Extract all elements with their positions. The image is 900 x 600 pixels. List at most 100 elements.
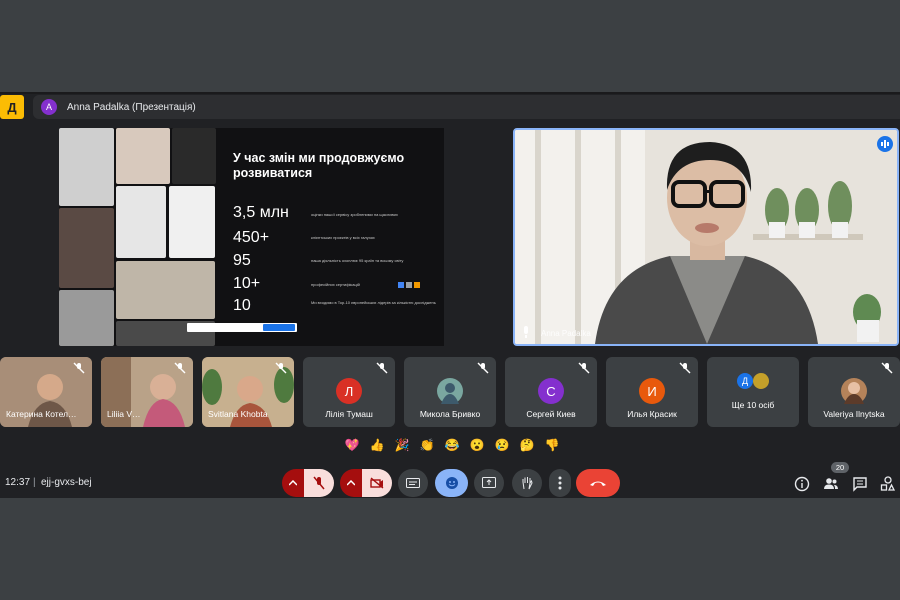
more-participants-label: Ще 10 осіб: [731, 400, 775, 410]
participant-avatar: И: [639, 378, 665, 404]
separator: |: [33, 477, 36, 488]
reaction-thumbs-up[interactable]: 👍: [367, 435, 387, 455]
mic-off-icon: [174, 362, 186, 374]
participant-name: Микола Бривко: [419, 409, 481, 419]
presentation-chip[interactable]: A Anna Padalka (Презентація): [33, 95, 900, 119]
participant-name: Лілія Тумаш: [325, 409, 373, 419]
participant-tile[interactable]: Л Лілія Тумаш: [303, 357, 395, 427]
reaction-thumbs-down[interactable]: 👎: [542, 435, 562, 455]
participant-avatar: С: [538, 378, 564, 404]
participant-name: Катерина Котел…: [6, 409, 77, 419]
mic-off-icon: [275, 362, 287, 374]
participant-avatar: [753, 373, 769, 389]
activities-icon[interactable]: [880, 476, 896, 492]
presenter-avatar: A: [41, 99, 57, 115]
info-icon[interactable]: [794, 476, 810, 492]
present-screen-button[interactable]: [474, 469, 504, 497]
reaction-clap[interactable]: 👏: [417, 435, 437, 455]
chevron-up-icon: [347, 480, 355, 486]
hang-up-icon: [590, 481, 606, 486]
mic-off-icon: [881, 362, 893, 374]
participant-name: Илья Красик: [627, 409, 677, 419]
people-icon[interactable]: [823, 476, 839, 492]
participant-name: Svitlana Khobta: [208, 409, 268, 419]
presenter-title: Anna Padalka (Презентація): [67, 101, 196, 113]
video-options-button[interactable]: [340, 469, 362, 497]
slide-banner-button: [263, 324, 295, 331]
presentation-slide: У час змін ми продовжуємо розвиватися 3,…: [59, 128, 444, 346]
slide-photo: [172, 128, 216, 184]
slide-photo: [116, 128, 170, 184]
mic-toggle-button[interactable]: [304, 469, 334, 497]
slide-photo: [59, 290, 114, 346]
stat-value: 450+: [233, 229, 270, 246]
slide-photo: [116, 186, 166, 258]
chat-icon[interactable]: [852, 476, 868, 492]
participant-tile[interactable]: И Илья Красик: [606, 357, 698, 427]
participant-name: Liliia V…: [107, 409, 141, 419]
reaction-party[interactable]: 🎉: [392, 435, 412, 455]
mic-off-icon: [578, 362, 590, 374]
participant-tile[interactable]: Микола Бривко: [404, 357, 496, 427]
participant-tile[interactable]: Liliia V…: [101, 357, 193, 427]
participant-avatar: [841, 378, 867, 404]
stat-value: 10+: [233, 275, 261, 292]
audio-options-button[interactable]: [282, 469, 304, 497]
slide-photo: [59, 208, 114, 288]
captions-button[interactable]: [398, 469, 428, 497]
participant-avatar: Л: [336, 378, 362, 404]
more-participants-tile[interactable]: Д Ще 10 осіб: [707, 357, 799, 427]
reaction-surprised[interactable]: 😮: [467, 435, 487, 455]
active-speaker-tile[interactable]: Anna Padalka: [513, 128, 899, 346]
reaction-bar: 💖 👍 🎉 👏 😂 😮 😢 🤔 👎: [342, 435, 562, 457]
reaction-laugh[interactable]: 😂: [442, 435, 462, 455]
meeting-code: ejj-gvxs-bej: [41, 477, 92, 488]
chevron-up-icon: [289, 480, 297, 486]
participant-name: Valeriya Ilnytska: [823, 409, 885, 419]
hand-icon: [522, 477, 533, 490]
stat-description: Ми входимо в Top-10 європейських лідерів…: [311, 300, 436, 305]
mic-off-icon: [313, 476, 325, 490]
reaction-thinking[interactable]: 🤔: [517, 435, 537, 455]
leave-call-button[interactable]: [576, 469, 620, 497]
speaker-name: Anna Padalka: [541, 329, 591, 338]
participant-avatar: Д: [737, 373, 753, 389]
speaking-indicator-icon: [877, 136, 893, 152]
participant-name: Сергей Киев: [526, 409, 576, 419]
mic-off-icon: [376, 362, 388, 374]
stat-value: 95: [233, 252, 251, 269]
mic-off-icon: [477, 362, 489, 374]
slide-title: У час змін ми продовжуємо розвиватися: [233, 151, 405, 180]
slide-photo: [169, 186, 215, 258]
meeting-time: 12:37: [5, 477, 31, 488]
divider: [0, 92, 900, 94]
participant-tile[interactable]: Valeriya Ilnytska: [808, 357, 900, 427]
captions-icon: [406, 478, 420, 488]
participant-tile[interactable]: С Сергей Киев: [505, 357, 597, 427]
more-options-button[interactable]: [549, 469, 571, 497]
raise-hand-button[interactable]: [512, 469, 542, 497]
reaction-heart[interactable]: 💖: [342, 435, 362, 455]
camera-off-icon: [370, 477, 384, 489]
mic-off-icon: [73, 362, 85, 374]
camera-toggle-button[interactable]: [362, 469, 392, 497]
stat-description: клієнтських проєктів у всіх галузях: [311, 235, 375, 240]
speaker-video: [515, 130, 897, 344]
reaction-sad[interactable]: 😢: [492, 435, 512, 455]
stat-value: 3,5 млн: [233, 204, 289, 221]
certification-icons: [398, 282, 420, 288]
more-vert-icon: [558, 476, 562, 490]
participant-avatar: [437, 378, 463, 404]
participant-tile[interactable]: Катерина Котел…: [0, 357, 92, 427]
participant-tile[interactable]: Svitlana Khobta: [202, 357, 294, 427]
slide-photo: [116, 261, 215, 319]
present-screen-icon: [482, 477, 496, 488]
mic-icon: [524, 326, 528, 338]
mic-off-icon: [679, 362, 691, 374]
stat-description: наша діяльність охоплює 95 країн та всьо…: [311, 258, 404, 263]
slide-photo: [59, 128, 114, 206]
emoji-reactions-button[interactable]: [435, 469, 468, 497]
stat-description: оцінки нашої сервісу зробленими на щасли…: [311, 212, 398, 217]
participants-count-badge: 20: [831, 462, 849, 473]
workspace-logo[interactable]: Д: [0, 95, 24, 119]
